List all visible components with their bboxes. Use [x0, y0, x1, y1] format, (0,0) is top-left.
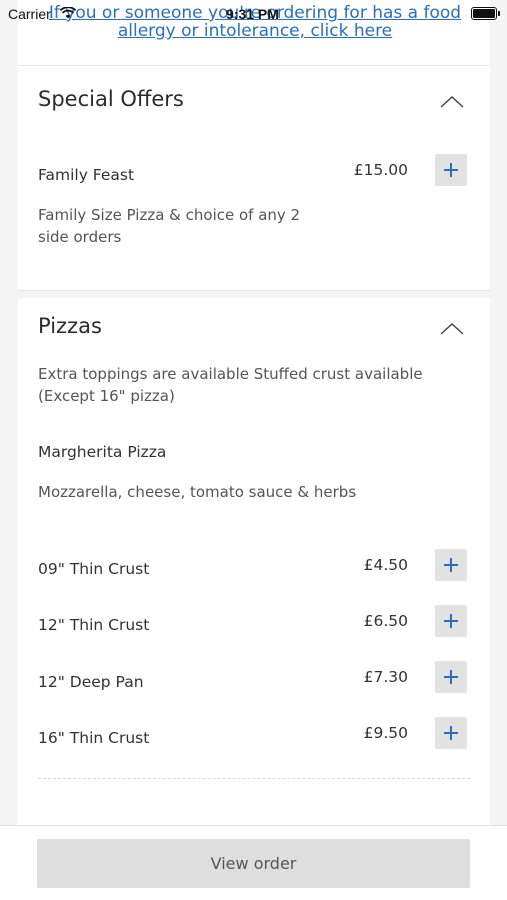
product-name: Margherita Pizza: [38, 443, 167, 461]
variant-name: 12" Thin Crust: [38, 616, 150, 634]
menu-content: Special Offers Family Feast £15.00 Famil…: [18, 0, 490, 825]
variant-price: £9.50: [363, 724, 408, 742]
add-button[interactable]: [435, 549, 467, 581]
wifi-icon: [59, 6, 77, 22]
section-title-special-offers: Special Offers: [38, 87, 184, 111]
bottom-bar: View order: [0, 825, 507, 900]
add-button[interactable]: [435, 717, 467, 749]
add-button[interactable]: [435, 605, 467, 637]
variant-name: 16" Thin Crust: [38, 729, 150, 747]
dashed-divider: [38, 778, 470, 779]
clock: 9:31 PM: [226, 6, 279, 22]
status-bar: Carrier 9:31 PM: [0, 0, 507, 28]
variant-price: £4.50: [363, 556, 408, 574]
item-name-family-feast: Family Feast: [38, 166, 135, 184]
chevron-up-icon[interactable]: [440, 320, 464, 344]
variant-name: 12" Deep Pan: [38, 673, 144, 691]
item-description: Family Size Pizza & choice of any 2 side…: [38, 206, 301, 246]
carrier-label: Carrier: [8, 6, 51, 22]
section-title-pizzas: Pizzas: [38, 314, 102, 338]
variant-price: £6.50: [363, 612, 408, 630]
add-button[interactable]: [435, 154, 467, 186]
battery-icon: [471, 7, 500, 20]
section-description: Extra toppings are available Stuffed cru…: [38, 365, 423, 405]
add-button[interactable]: [435, 661, 467, 693]
product-description: Mozzarella, cheese, tomato sauce & herbs: [38, 483, 357, 501]
divider: [18, 65, 490, 66]
item-price: £15.00: [353, 161, 408, 179]
chevron-up-icon[interactable]: [440, 93, 464, 117]
section-separator: [18, 290, 490, 298]
view-order-button[interactable]: View order: [37, 839, 470, 888]
variant-name: 09" Thin Crust: [38, 560, 150, 578]
variant-price: £7.30: [363, 668, 408, 686]
